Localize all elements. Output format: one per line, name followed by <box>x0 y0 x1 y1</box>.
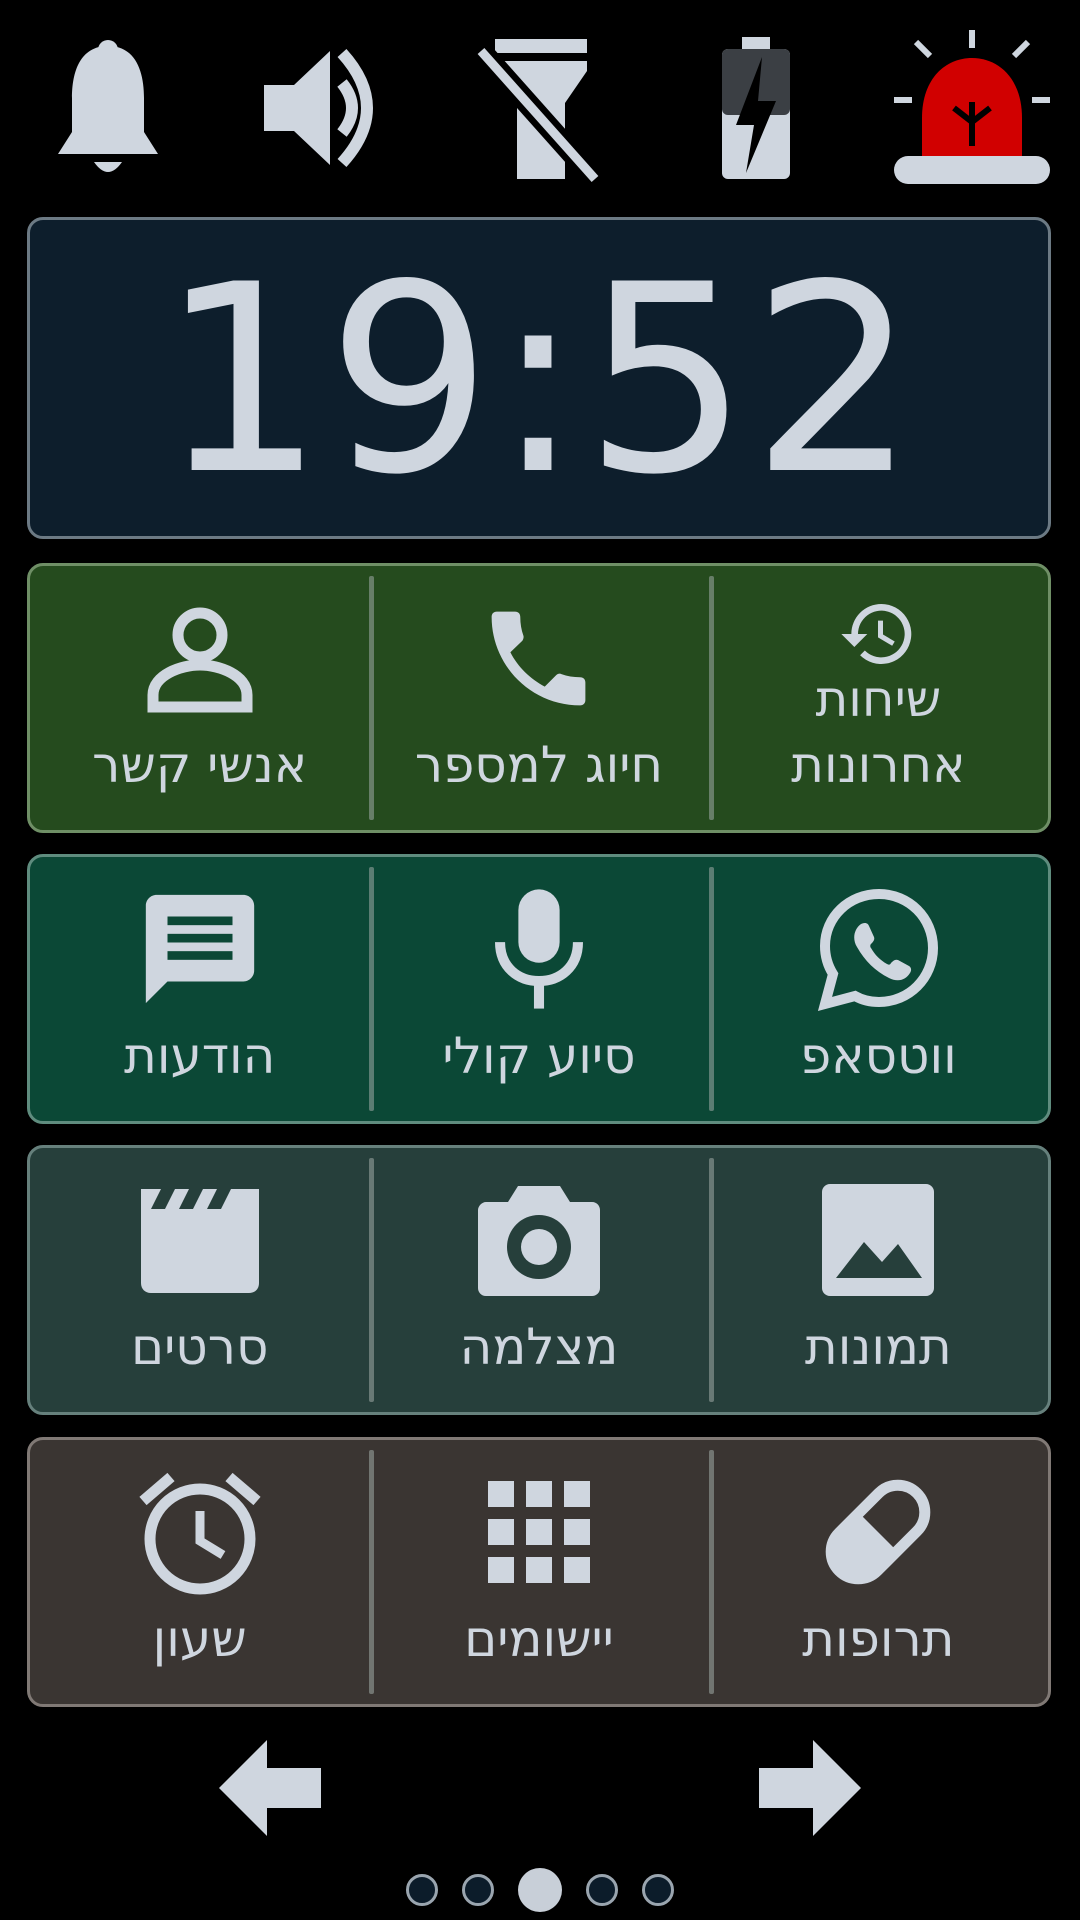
tile-apps[interactable]: יישומים <box>369 1440 708 1704</box>
tile-label: אנשי קשר <box>92 736 308 794</box>
tile-label: מצלמה <box>459 1318 619 1376</box>
page-indicator <box>0 1868 1080 1912</box>
movie-clapper-icon <box>135 1176 265 1304</box>
tile-movies[interactable]: סרטים <box>30 1148 369 1412</box>
clock-time: 19:52 <box>159 230 919 532</box>
page-dot[interactable] <box>462 1874 494 1906</box>
pill-icon <box>813 1468 943 1596</box>
tile-label: תרופות <box>802 1610 955 1668</box>
history-icon <box>838 594 918 674</box>
bell-icon[interactable] <box>38 28 178 188</box>
apps-grid-icon <box>484 1468 594 1596</box>
message-icon <box>135 885 265 1013</box>
microphone-icon <box>484 885 594 1013</box>
next-page-button[interactable] <box>750 1735 870 1845</box>
tile-label: ווטסאפ <box>799 1027 957 1085</box>
tile-medications[interactable]: תרופות <box>708 1440 1048 1704</box>
tile-recent-calls[interactable]: שיחות אחרונות <box>708 566 1048 830</box>
tile-label: סיוע קולי <box>442 1027 636 1085</box>
tile-messages[interactable]: הודעות <box>30 857 369 1121</box>
arrow-left-icon <box>215 1738 325 1842</box>
tile-label: שיחות אחרונות <box>791 666 965 798</box>
row-communication: הודעות סיוע קולי ווטסאפ <box>27 854 1051 1124</box>
row-media: סרטים מצלמה תמונות <box>27 1145 1051 1415</box>
tile-whatsapp[interactable]: ווטסאפ <box>708 857 1048 1121</box>
tile-camera[interactable]: מצלמה <box>369 1148 708 1412</box>
emergency-siren-icon[interactable] <box>890 28 1060 188</box>
camera-icon <box>474 1176 604 1304</box>
row-tools: שעון יישומים תרופות <box>27 1437 1051 1707</box>
tile-dialer[interactable]: חיוג למספר <box>369 566 708 830</box>
page-dot[interactable] <box>642 1874 674 1906</box>
alarm-clock-icon <box>135 1468 265 1596</box>
tile-contacts[interactable]: אנשי קשר <box>30 566 369 830</box>
tile-label: חיוג למספר <box>414 736 664 794</box>
page-dot-active[interactable] <box>518 1868 562 1912</box>
tile-clock[interactable]: שעון <box>30 1440 369 1704</box>
tile-label-line1: שיחות <box>815 670 942 728</box>
tile-label: תמונות <box>804 1318 952 1376</box>
image-icon <box>818 1176 938 1304</box>
volume-icon[interactable] <box>255 28 395 188</box>
arrow-right-icon <box>755 1738 865 1842</box>
tile-label: הודעות <box>123 1027 276 1085</box>
phone-icon <box>476 594 601 722</box>
prev-page-button[interactable] <box>210 1735 330 1845</box>
row-calls: אנשי קשר חיוג למספר שיחות אחרונות <box>27 563 1051 833</box>
battery-charging-icon <box>686 28 826 188</box>
clock-panel[interactable]: 19:52 <box>27 217 1051 539</box>
tile-photos[interactable]: תמונות <box>708 1148 1048 1412</box>
page-dot[interactable] <box>586 1874 618 1906</box>
status-bar <box>0 0 1080 200</box>
contact-person-icon <box>145 594 255 722</box>
whatsapp-icon <box>813 885 943 1013</box>
tile-label: שעון <box>152 1610 247 1668</box>
flashlight-off-icon[interactable] <box>468 28 608 188</box>
page-dot[interactable] <box>406 1874 438 1906</box>
tile-label: יישומים <box>464 1610 614 1668</box>
tile-label: סרטים <box>130 1318 269 1376</box>
tile-voice-assistant[interactable]: סיוע קולי <box>369 857 708 1121</box>
tile-label-line2: אחרונות <box>791 736 966 794</box>
